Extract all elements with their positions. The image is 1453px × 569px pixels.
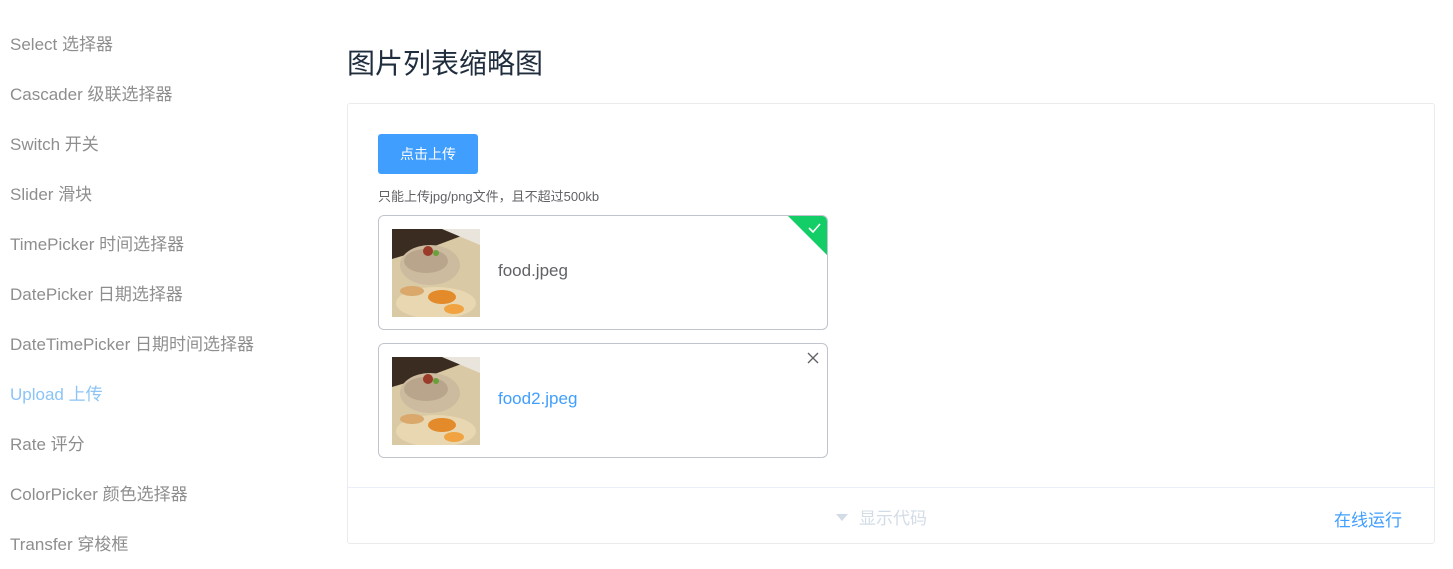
sidebar-item-select[interactable]: Select 选择器: [10, 30, 113, 55]
file-name[interactable]: food2.jpeg: [498, 389, 577, 409]
close-icon[interactable]: [806, 351, 820, 365]
caret-down-icon: [836, 513, 848, 521]
success-check-icon: [788, 216, 827, 255]
file-thumbnail: [392, 229, 480, 317]
sidebar-item-datepicker[interactable]: DatePicker 日期选择器: [10, 280, 183, 305]
sidebar-item-rate[interactable]: Rate 评分: [10, 430, 85, 455]
sidebar-item-switch[interactable]: Switch 开关: [10, 130, 99, 155]
toggle-code-label: 显示代码: [859, 509, 927, 528]
demo-control-bar: 显示代码 在线运行: [348, 487, 1434, 543]
upload-tip: 只能上传jpg/png文件，且不超过500kb: [378, 189, 600, 204]
run-online-link[interactable]: 在线运行: [1334, 506, 1402, 531]
file-name[interactable]: food.jpeg: [498, 261, 568, 281]
sidebar-item-timepicker[interactable]: TimePicker 时间选择器: [10, 230, 184, 255]
upload-button[interactable]: 点击上传: [378, 134, 478, 174]
food-image-icon: [392, 357, 480, 445]
toggle-code-button[interactable]: 显示代码: [835, 504, 927, 529]
sidebar-item-cascader[interactable]: Cascader 级联选择器: [10, 80, 172, 105]
sidebar-nav: Select 选择器 Cascader 级联选择器 Switch 开关 Slid…: [0, 0, 320, 569]
sidebar-item-upload[interactable]: Upload 上传: [10, 380, 103, 405]
sidebar-item-slider[interactable]: Slider 滑块: [10, 180, 92, 205]
sidebar-item-colorpicker[interactable]: ColorPicker 颜色选择器: [10, 480, 188, 505]
sidebar-item-datetimepicker[interactable]: DateTimePicker 日期时间选择器: [10, 330, 254, 355]
upload-list-item[interactable]: food2.jpeg: [378, 343, 828, 458]
food-image-icon: [392, 229, 480, 317]
file-thumbnail: [392, 357, 480, 445]
demo-block: 点击上传 只能上传jpg/png文件，且不超过500kb food.jpeg f…: [347, 103, 1435, 544]
sidebar-item-transfer[interactable]: Transfer 穿梭框: [10, 530, 128, 555]
upload-list-item[interactable]: food.jpeg: [378, 215, 828, 330]
page-title: 图片列表缩略图: [347, 48, 544, 79]
